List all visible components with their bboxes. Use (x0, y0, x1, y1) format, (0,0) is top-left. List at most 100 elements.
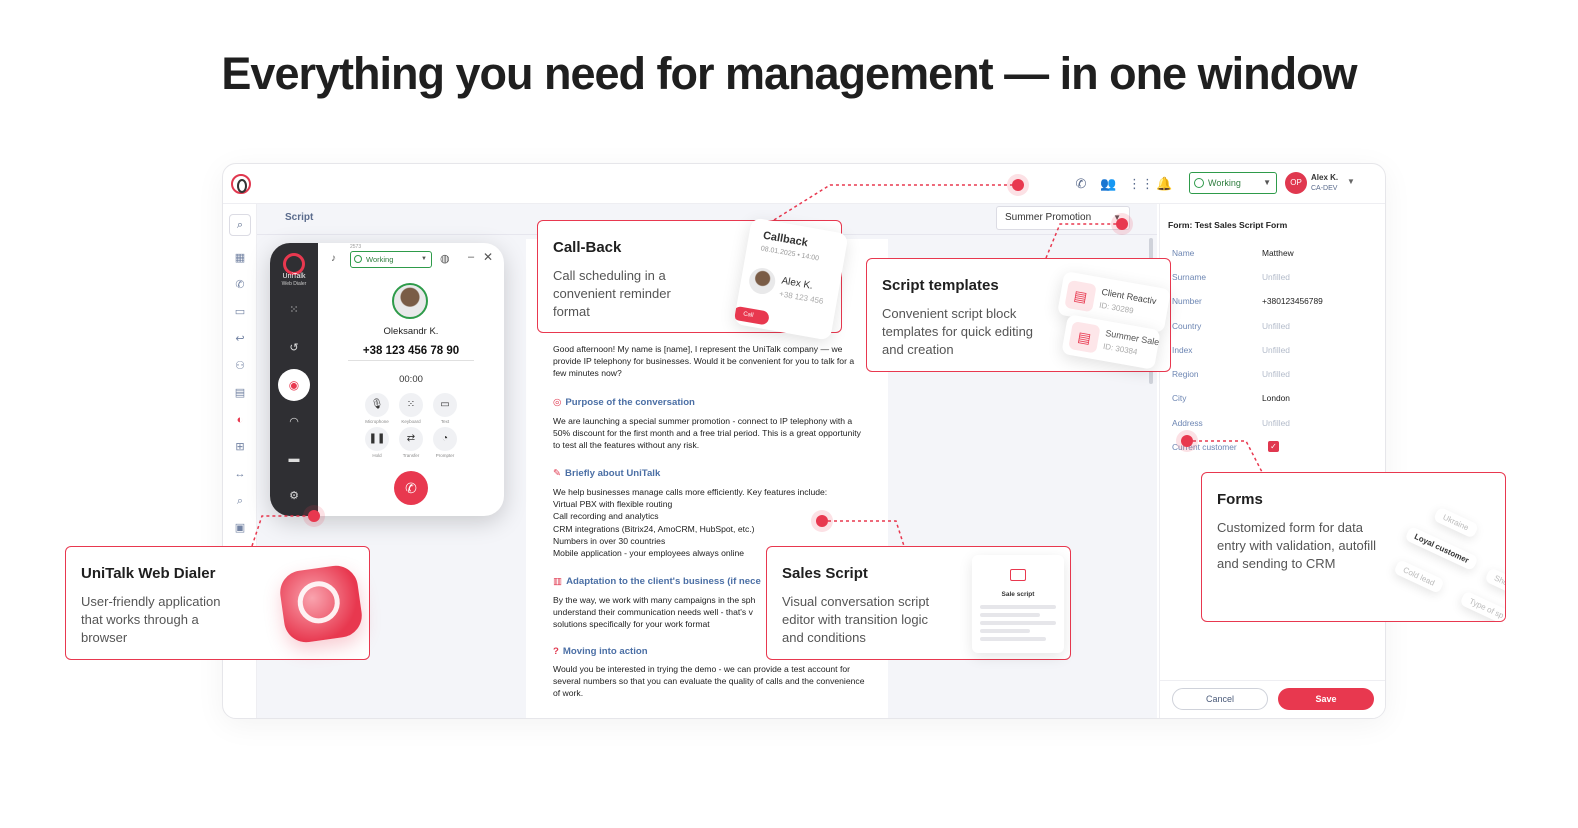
phone-icon[interactable]: ✆ (1073, 176, 1089, 192)
user-menu-chevron-icon[interactable]: ▼ (1347, 177, 1355, 186)
hotspot[interactable] (1012, 179, 1024, 191)
unitalk-logo-icon[interactable] (231, 174, 251, 194)
book-icon[interactable]: ▬ (282, 447, 306, 471)
template-id: ID: 30384 (1102, 341, 1139, 357)
tag-chip: Type of sp (1459, 590, 1505, 621)
hotspot[interactable] (816, 515, 828, 527)
minimize-icon[interactable]: – (468, 251, 474, 263)
dialer-sidebar: UniTalk Web Dialer ⁙ ↺ ◉ ◠ ▬ ⚙ (270, 243, 318, 516)
template-icon: ▤ (1068, 321, 1101, 354)
sale-script-card: Sale script (972, 555, 1064, 653)
bell-icon[interactable]: 🔔 (1156, 176, 1172, 192)
placeholder-line (980, 621, 1056, 625)
script-paragraph: We are launching a special summer promot… (553, 416, 861, 451)
transfer-button[interactable]: ⇄ (399, 427, 423, 451)
text-button[interactable]: ▭ (433, 393, 457, 417)
save-button[interactable]: Save (1278, 688, 1374, 710)
placeholder-line (980, 613, 1040, 617)
apps-grid-icon[interactable]: ⋮⋮ (1128, 176, 1154, 192)
dialer-icon[interactable]: ◐ (232, 412, 248, 428)
ticket-date: 08.01.2025 • 14:00 (760, 245, 820, 263)
hang-up-button[interactable]: ✆ (394, 471, 428, 505)
dialer-status-value: Working (366, 255, 394, 264)
form-field-label: Index (1172, 345, 1193, 355)
status-select[interactable]: Working ▼ (1189, 172, 1277, 194)
sale-script-label: Sale script (1001, 591, 1035, 598)
search-small-icon[interactable]: ⌕ (232, 493, 248, 509)
form-field-value[interactable]: Unfilled (1262, 369, 1290, 379)
history-icon[interactable]: ↺ (282, 336, 306, 360)
callout-title: Forms (1217, 491, 1263, 508)
page: Everything you need for management — in … (0, 0, 1578, 828)
form-field-value[interactable]: +380123456789 (1262, 296, 1323, 306)
close-icon[interactable]: ✕ (483, 250, 493, 264)
script-heading-text: Briefly about UniTalk (565, 468, 661, 479)
template-id: ID: 30289 (1098, 300, 1135, 316)
form-field-value[interactable]: Unfilled (1262, 345, 1290, 355)
globe-icon[interactable]: ◍ (440, 252, 450, 265)
search-icon[interactable]: ⌕ (229, 214, 251, 236)
callback-icon[interactable]: ↩ (232, 331, 248, 347)
contact-name: Oleksandr K. (383, 326, 439, 337)
form-field-value[interactable]: London (1262, 393, 1290, 403)
hold-button[interactable]: ❚❚ (365, 427, 389, 451)
code-icon[interactable]: ↔ (232, 466, 248, 482)
cancel-button[interactable]: Cancel (1172, 688, 1268, 710)
form-field-value[interactable]: Unfilled (1262, 272, 1290, 282)
dialer-status-select[interactable]: Working ▼ (350, 251, 432, 268)
ticket-call-button[interactable]: Call (733, 305, 770, 326)
unitalk-logo-icon (283, 253, 305, 275)
form-field-value[interactable]: Unfilled (1262, 321, 1290, 331)
keypad-icon[interactable]: ⁙ (282, 298, 306, 322)
script-heading: ◎ Purpose of the conversation (553, 397, 695, 408)
script-icon (1010, 569, 1026, 581)
template-select[interactable]: Summer Promotion ▼ (996, 206, 1130, 230)
robot-icon[interactable]: ⚇ (232, 358, 248, 374)
chat-icon[interactable]: ▤ (232, 385, 248, 401)
callout-description: Customized form for data entry with vali… (1217, 520, 1376, 571)
headset-icon[interactable]: ◠ (282, 410, 306, 434)
divider (1159, 680, 1385, 681)
tag-chip: Sho (1484, 567, 1505, 594)
form-field-label: Surname (1172, 272, 1206, 282)
form-field-label: Country (1172, 321, 1202, 331)
avatar[interactable]: OP (1285, 172, 1307, 194)
hotspot[interactable] (308, 510, 320, 522)
web-dialer: UniTalk Web Dialer ⁙ ↺ ◉ ◠ ▬ ⚙ 2573 ♪ Wo… (270, 243, 504, 516)
script-heading: ✎ Briefly about UniTalk (553, 468, 660, 479)
callout-title: Call-Back (553, 239, 622, 256)
control-label: Prompter (435, 453, 455, 458)
divider (348, 360, 474, 361)
form-field-value[interactable]: Unfilled (1262, 418, 1290, 428)
prompter-button[interactable]: ◔ (433, 427, 457, 451)
user-name: Alex K. (1311, 173, 1339, 182)
chat-icon[interactable]: ◉ (278, 369, 310, 401)
chart-icon: ▥ (553, 576, 563, 587)
dashboard-icon[interactable]: ▦ (232, 250, 248, 266)
microphone-button[interactable]: 🎙 (365, 393, 389, 417)
form-title: Form: Test Sales Script Form (1168, 220, 1288, 230)
form-field-label: Number (1172, 296, 1202, 306)
add-icon[interactable]: ⊞ (232, 439, 248, 455)
hotspot[interactable] (1181, 435, 1193, 447)
script-tab[interactable]: Script (285, 212, 313, 223)
target-icon: ◎ (553, 397, 562, 408)
speaker-icon[interactable]: ♪ (331, 253, 336, 264)
calls-icon[interactable]: ✆ (232, 277, 248, 293)
script-paragraph: By the way, we work with many campaigns … (553, 595, 756, 630)
user-subtitle: CA-DEV (1311, 185, 1338, 192)
form-field-label: Address (1172, 418, 1203, 428)
callout-title: Sales Script (782, 565, 868, 582)
dialer-brand: UniTalk (282, 273, 306, 280)
messages-icon[interactable]: ▭ (232, 304, 248, 320)
current-customer-checkbox[interactable]: ✓ (1268, 441, 1279, 452)
hotspot[interactable] (1116, 218, 1128, 230)
chevron-down-icon: ▼ (1263, 178, 1271, 187)
template-icon: ▤ (1064, 279, 1097, 313)
keyboard-button[interactable]: ⁙ (399, 393, 423, 417)
contacts-icon[interactable]: 👥 (1100, 176, 1116, 192)
settings-icon[interactable]: ⚙ (282, 484, 306, 508)
contact-number: +38 123 456 78 90 (362, 345, 460, 357)
form-field-value[interactable]: Matthew (1262, 248, 1294, 258)
briefcase-icon[interactable]: ▣ (232, 520, 248, 536)
